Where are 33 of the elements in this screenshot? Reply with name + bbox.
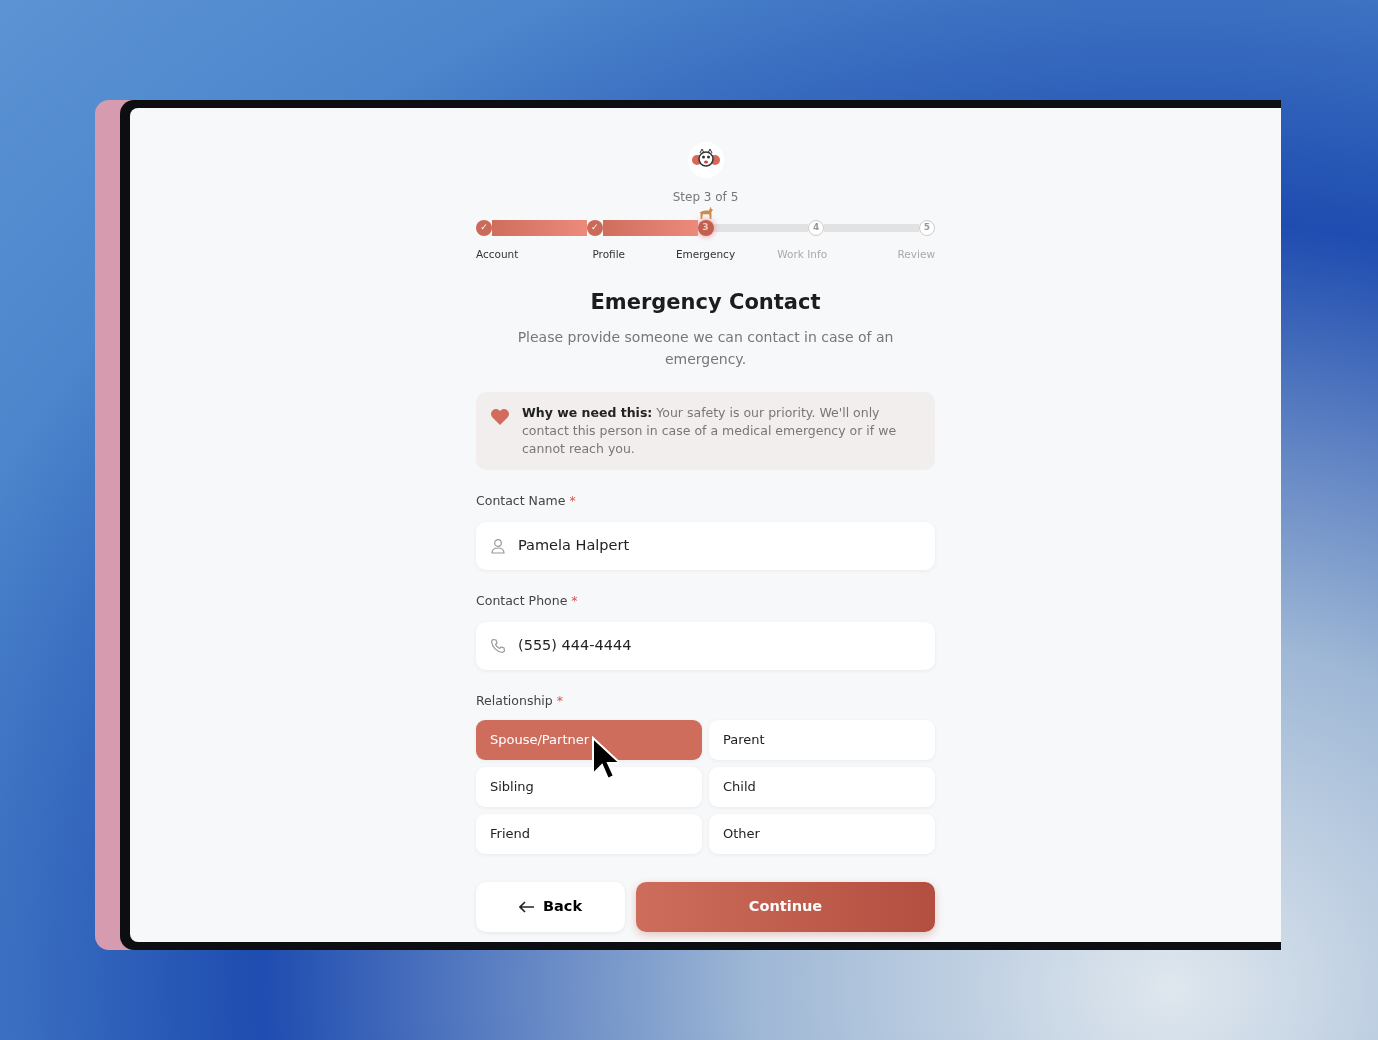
relationship-option[interactable]: Other [709,813,935,854]
step-label: Review [896,247,935,262]
step-label: Emergency [674,247,737,262]
step-counter: Step 3 of 5 [672,189,739,206]
relationship-option[interactable]: Sibling [476,766,702,807]
relationship-option[interactable]: Spouse/Partner [476,719,702,760]
field-label: Contact Name [476,493,566,509]
phone-icon [490,637,506,654]
step-marker: 5 [919,220,935,236]
logo-icon [687,142,724,178]
required-mark: * [556,692,563,708]
form-subtitle: Please provide someone we can contact in case of an emergency. [516,328,895,370]
person-icon [490,538,506,554]
step-marker: 4 [808,220,825,236]
step-label: Account [476,247,520,262]
field-label: Contact Phone [476,593,568,608]
step-label: Profile [591,247,627,262]
relationship-option[interactable]: Parent [709,719,935,760]
field-label: Relationship [476,692,553,708]
input-field[interactable]: (555) 444-4444 [476,621,935,670]
notice-text: Why we need this: Your safety is our priority. We'll only contact this person in case of a medical emergency or if we cannot reach you. [522,404,898,459]
back-button[interactable]: Back [476,881,625,932]
relationship-option[interactable]: Child [709,766,935,807]
heart-icon [490,408,510,427]
arrow-left-icon [518,900,535,913]
required-mark: * [569,493,576,509]
required-mark: * [571,593,578,608]
step-marker: ✓ [476,220,492,236]
input-field[interactable]: Pamela Halpert [476,522,935,570]
step-label: Work Info [776,247,829,262]
form-title: Emergency Contact [589,288,822,316]
continue-button[interactable]: Continue [636,881,935,932]
relationship-option[interactable]: Friend [476,813,702,854]
